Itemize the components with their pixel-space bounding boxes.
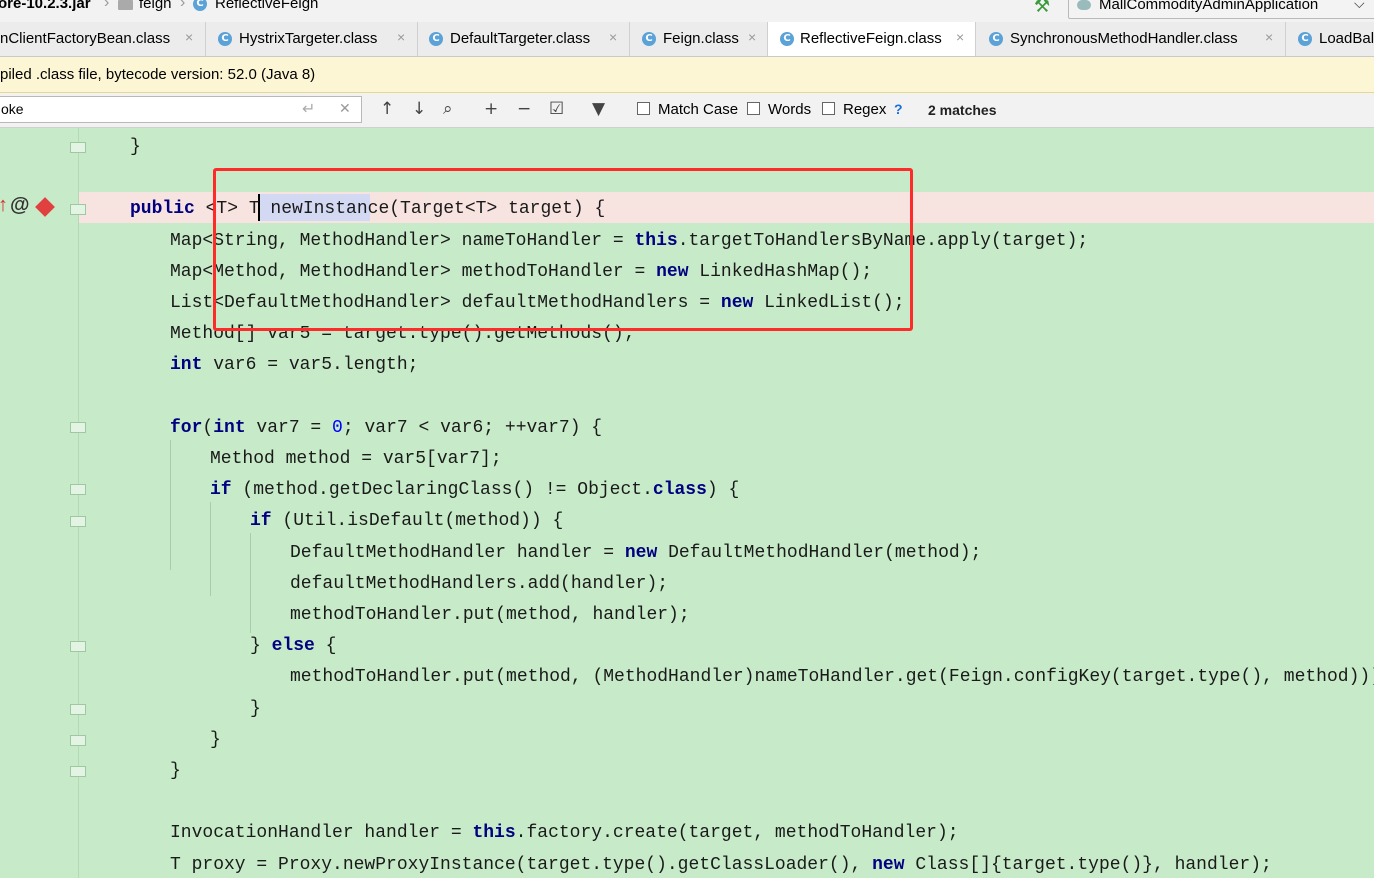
next-occurrence-icon[interactable]: ↓ <box>412 99 426 119</box>
class-icon: C <box>989 32 1003 46</box>
remove-selection-icon[interactable]: − <box>517 99 531 119</box>
code-line[interactable]: methodToHandler.put(method, (MethodHandl… <box>290 662 1374 693</box>
code-line[interactable]: methodToHandler.put(method, handler); <box>290 600 690 631</box>
run-configuration-label: MallCommodityAdminApplication <box>1099 0 1319 13</box>
code-line[interactable]: T proxy = Proxy.newProxyInstance(target.… <box>170 850 1272 881</box>
fold-marker[interactable] <box>70 142 86 153</box>
tab-hystrix-targeter[interactable]: C HystrixTargeter.class × <box>206 22 418 56</box>
words-label: Words <box>768 101 812 118</box>
search-box: ↵ ✕ <box>0 96 362 123</box>
fold-marker[interactable] <box>70 641 86 652</box>
code-line[interactable]: } <box>210 725 221 756</box>
tab-default-targeter[interactable]: C DefaultTargeter.class × <box>418 22 630 56</box>
code-line[interactable]: if (Util.isDefault(method)) { <box>250 506 563 537</box>
class-icon: C <box>642 32 656 46</box>
code-line[interactable]: Method method = var5[var7]; <box>210 444 502 475</box>
tab-reflective-feign[interactable]: C ReflectiveFeign.class × <box>768 22 976 56</box>
fold-marker[interactable] <box>70 422 86 433</box>
class-icon: C <box>1298 32 1312 46</box>
regex-checkbox[interactable] <box>822 102 835 115</box>
tab-synchronous-method-handler[interactable]: C SynchronousMethodHandler.class × <box>976 22 1286 56</box>
fold-marker[interactable] <box>70 766 86 777</box>
tab-label: nClientFactoryBean.class <box>0 30 171 47</box>
code-line[interactable]: } <box>250 694 261 725</box>
close-icon[interactable]: × <box>748 29 756 45</box>
breadcrumb-separator: › <box>180 0 186 11</box>
tab-feign[interactable]: C Feign.class × <box>630 22 768 56</box>
fold-marker[interactable] <box>70 204 86 215</box>
class-icon: C <box>218 32 232 46</box>
tab-feign-client-factory-bean[interactable]: nClientFactoryBean.class × <box>0 22 206 56</box>
close-icon[interactable]: × <box>185 29 193 45</box>
code-line[interactable]: for(int var7 = 0; var7 < var6; ++var7) { <box>170 413 602 444</box>
indent-guide <box>250 533 251 633</box>
class-icon: C <box>780 32 794 46</box>
breadcrumb-class[interactable]: ReflectiveFeign <box>215 0 318 12</box>
tab-label: DefaultTargeter.class <box>450 30 591 47</box>
match-case-label: Match Case <box>658 101 739 118</box>
code-line[interactable]: InvocationHandler handler = this.factory… <box>170 818 959 849</box>
close-icon[interactable]: × <box>1265 29 1273 45</box>
tab-load-balancer[interactable]: C LoadBal <box>1286 22 1374 56</box>
filter-icon[interactable]: ▼ <box>592 99 605 119</box>
previous-occurrence-icon[interactable]: ↑ <box>380 99 394 119</box>
code-editor[interactable]: ↑ @ } public <T> T newInstance(Target<T> … <box>0 128 1374 878</box>
match-count: 2 matches <box>928 102 997 118</box>
code-line[interactable]: } else { <box>250 631 336 662</box>
code-line[interactable]: } <box>170 756 181 787</box>
navigation-bar: ore-10.2.3.jar › feign › C ReflectiveFei… <box>0 0 1374 23</box>
code-line[interactable]: if (method.getDeclaringClass() != Object… <box>210 475 739 506</box>
close-icon[interactable]: × <box>609 29 617 45</box>
new-line-icon[interactable]: ↵ <box>302 99 315 119</box>
add-selection-icon[interactable]: + <box>484 99 498 119</box>
spring-boot-icon <box>1077 0 1091 10</box>
code-line[interactable]: defaultMethodHandlers.add(handler); <box>290 569 668 600</box>
match-case-checkbox[interactable] <box>637 102 650 115</box>
editor-tabs: nClientFactoryBean.class × C HystrixTarg… <box>0 22 1374 57</box>
tab-label: Feign.class <box>663 30 739 47</box>
code-line[interactable]: int var6 = var5.length; <box>170 350 418 381</box>
run-configuration-dropdown[interactable]: MallCommodityAdminApplication ⌵ <box>1068 0 1374 19</box>
breadcrumb-jar[interactable]: ore-10.2.3.jar <box>0 0 91 12</box>
build-hammer-icon[interactable]: ⚒ <box>1034 0 1050 17</box>
find-bar: ↵ ✕ ↑ ↓ ⌕ + − ☑ ▼ Match Case Words Regex… <box>0 93 1374 128</box>
regex-help-link[interactable]: ? <box>894 101 903 117</box>
overridden-method-arrow-icon[interactable]: ↑ <box>0 194 8 217</box>
breadcrumb-separator: › <box>104 0 110 11</box>
class-icon: C <box>193 0 207 11</box>
annotation-at-icon: @ <box>10 194 30 216</box>
code-line[interactable]: } <box>130 132 141 163</box>
folder-icon <box>118 0 133 10</box>
fold-marker[interactable] <box>70 704 86 715</box>
editor-gutter[interactable] <box>0 128 79 878</box>
tab-label: SynchronousMethodHandler.class <box>1010 30 1238 47</box>
tab-label: ReflectiveFeign.class <box>800 30 942 47</box>
notice-text: piled .class file, bytecode version: 52.… <box>0 66 316 83</box>
clear-icon[interactable]: ✕ <box>339 100 351 117</box>
select-all-occurrences-icon[interactable]: ☑ <box>549 99 564 119</box>
code-line[interactable]: DefaultMethodHandler handler = new Defau… <box>290 538 981 569</box>
annotation-box <box>213 168 913 331</box>
words-checkbox[interactable] <box>747 102 760 115</box>
close-icon[interactable]: × <box>397 29 405 45</box>
tab-label: HystrixTargeter.class <box>239 30 378 47</box>
fold-marker[interactable] <box>70 484 86 495</box>
regex-label: Regex <box>843 101 887 118</box>
fold-marker[interactable] <box>70 735 86 746</box>
decompiled-notice-banner: piled .class file, bytecode version: 52.… <box>0 57 1374 93</box>
class-icon: C <box>429 32 443 46</box>
tab-label: LoadBal <box>1319 30 1374 47</box>
chevron-down-icon: ⌵ <box>1354 0 1365 11</box>
close-icon[interactable]: × <box>956 29 964 45</box>
indent-guide <box>210 502 211 596</box>
breadcrumb-package[interactable]: feign <box>139 0 172 12</box>
find-all-icon[interactable]: ⌕ <box>443 99 453 119</box>
search-input[interactable] <box>1 99 291 119</box>
indent-guide <box>170 440 171 570</box>
fold-marker[interactable] <box>70 516 86 527</box>
